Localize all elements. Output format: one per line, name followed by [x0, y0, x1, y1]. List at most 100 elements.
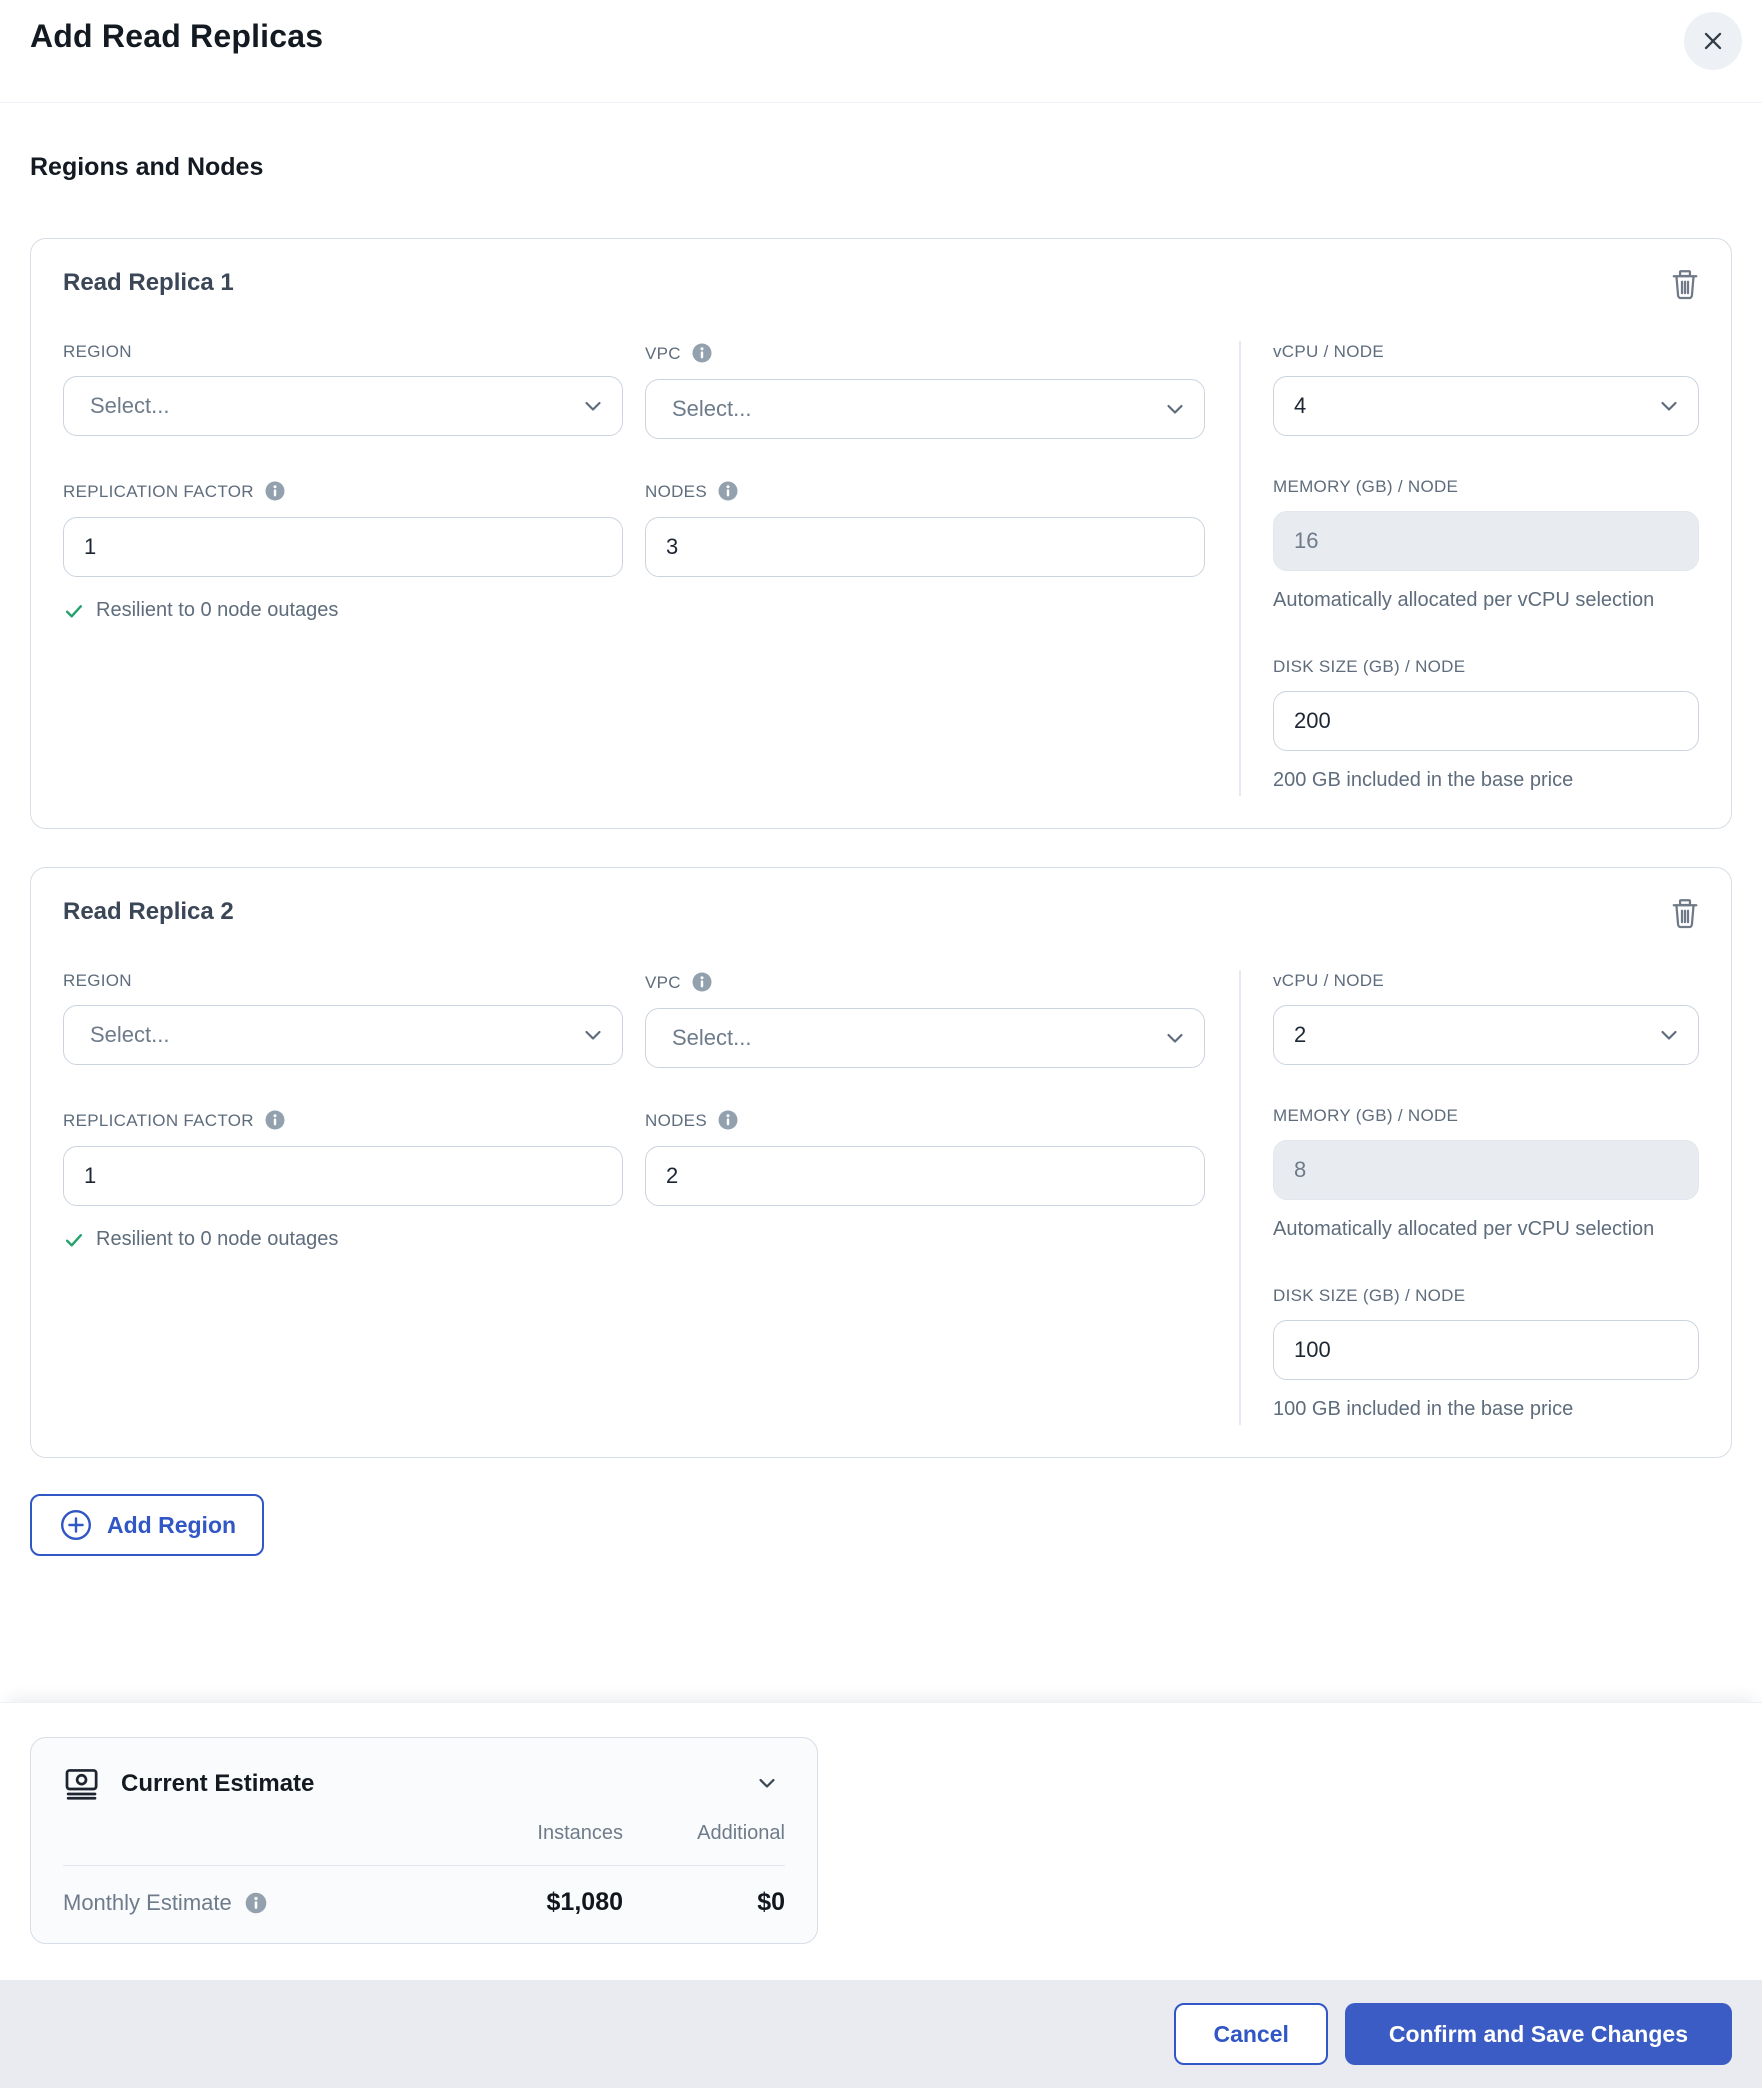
section-title: Regions and Nodes [30, 153, 264, 181]
memory-label: MEMORY (GB) / NODE [1273, 1106, 1459, 1125]
vcpu-label: vCPU / NODE [1273, 342, 1384, 361]
nodes-field-group: NODES [645, 1108, 1205, 1251]
replication-factor-input[interactable] [63, 1146, 623, 1206]
chevron-down-icon [1162, 1025, 1188, 1051]
vcpu-select-value: 4 [1294, 393, 1307, 418]
replication-factor-label: REPLICATION FACTOR [63, 479, 623, 503]
info-icon[interactable] [263, 1108, 287, 1132]
region-field-group: REGION Select... [63, 341, 623, 439]
monthly-estimate-instances-value: $1,080 [546, 1888, 623, 1916]
vpc-field-group: VPC Select... [645, 970, 1205, 1068]
read-replica-1-card: Read Replica 1 REGION Select... VPC Sele… [30, 238, 1732, 829]
disk-helper-text: 200 GB included in the base price [1273, 769, 1574, 791]
nodes-field-group: NODES [645, 479, 1205, 622]
replica-title: Read Replica 2 [63, 898, 234, 925]
chevron-down-icon [580, 393, 606, 419]
memory-input [1273, 511, 1699, 571]
monthly-estimate-row: Monthly Estimate $1,080 $0 [63, 1866, 785, 1943]
estimate-section: Current Estimate Instances Additional Mo… [0, 1702, 1762, 1980]
disk-helper-text: 100 GB included in the base price [1273, 1398, 1574, 1420]
close-button[interactable] [1684, 12, 1742, 70]
memory-field-group: MEMORY (GB) / NODE Automatically allocat… [1273, 476, 1699, 616]
add-region-button[interactable]: Add Region [30, 1494, 265, 1556]
info-icon[interactable] [690, 341, 714, 365]
banknote-icon [63, 1764, 103, 1804]
vpc-label: VPC [645, 970, 1205, 994]
dialog-header: Add Read Replicas [0, 0, 1762, 103]
region-select[interactable]: Select... [63, 1005, 623, 1065]
vcpu-select[interactable]: 4 [1273, 376, 1699, 436]
replication-factor-input[interactable] [63, 517, 623, 577]
delete-replica-button[interactable] [1663, 263, 1707, 310]
memory-helper-text: Automatically allocated per vCPU selecti… [1273, 1218, 1655, 1240]
region-field-group: REGION Select... [63, 970, 623, 1068]
vpc-field-group: VPC Select... [645, 341, 1205, 439]
estimate-header: Current Estimate [63, 1764, 785, 1804]
info-icon[interactable] [690, 970, 714, 994]
plus-circle-icon [58, 1507, 94, 1543]
chevron-down-icon [1162, 396, 1188, 422]
estimate-collapse-button[interactable] [749, 1765, 785, 1804]
estimate-column-headers: Instances Additional [63, 1822, 785, 1845]
region-select[interactable]: Select... [63, 376, 623, 436]
vpc-select[interactable]: Select... [645, 379, 1205, 439]
dialog-body: Regions and Nodes Read Replica 1 REGION … [0, 103, 1762, 1702]
dialog-footer: Cancel Confirm and Save Changes [0, 1980, 1762, 2088]
nodes-input[interactable] [645, 1146, 1205, 1206]
vpc-select-placeholder: Select... [672, 396, 752, 421]
delete-replica-button[interactable] [1663, 892, 1707, 939]
info-icon[interactable] [243, 1890, 269, 1916]
memory-input [1273, 1140, 1699, 1200]
replica-fields: REGION Select... VPC Select... REPLICATI… [63, 970, 1699, 1425]
memory-field-group: MEMORY (GB) / NODE Automatically allocat… [1273, 1105, 1699, 1245]
vcpu-field-group: vCPU / NODE 2 [1273, 970, 1699, 1065]
vpc-select-placeholder: Select... [672, 1025, 752, 1050]
estimate-column-instances: Instances [537, 1822, 623, 1844]
check-icon [63, 1229, 85, 1251]
disk-size-input[interactable] [1273, 691, 1699, 751]
resilience-note: Resilient to 0 node outages [63, 599, 623, 622]
cancel-button[interactable]: Cancel [1174, 2003, 1328, 2065]
dialog-title: Add Read Replicas [30, 18, 324, 54]
close-icon [1700, 28, 1726, 54]
trash-icon [1667, 267, 1703, 303]
vcpu-select[interactable]: 2 [1273, 1005, 1699, 1065]
confirm-save-button[interactable]: Confirm and Save Changes [1344, 2003, 1732, 2065]
replica-fields: REGION Select... VPC Select... REPLICATI… [63, 341, 1699, 796]
vcpu-select-value: 2 [1294, 1022, 1307, 1047]
nodes-input[interactable] [645, 517, 1205, 577]
region-label: REGION [63, 342, 132, 361]
replication-factor-label: REPLICATION FACTOR [63, 1108, 623, 1132]
add-region-label: Add Region [107, 1511, 237, 1538]
replica-left-columns: REGION Select... VPC Select... REPLICATI… [63, 970, 1239, 1425]
check-icon [63, 600, 85, 622]
chevron-down-icon [580, 1022, 606, 1048]
chevron-down-icon [1656, 393, 1682, 419]
disk-size-label: DISK SIZE (GB) / NODE [1273, 1286, 1466, 1305]
info-icon[interactable] [716, 479, 740, 503]
info-icon[interactable] [263, 479, 287, 503]
disk-size-input[interactable] [1273, 1320, 1699, 1380]
trash-icon [1667, 896, 1703, 932]
resilience-note: Resilient to 0 node outages [63, 1228, 623, 1251]
read-replica-2-card: Read Replica 2 REGION Select... VPC Sele… [30, 867, 1732, 1458]
disk-size-label: DISK SIZE (GB) / NODE [1273, 657, 1466, 676]
nodes-label: NODES [645, 479, 1205, 503]
disk-field-group: DISK SIZE (GB) / NODE 100 GB included in… [1273, 1285, 1699, 1425]
replication-factor-field-group: REPLICATION FACTOR Resilient to 0 node o… [63, 1108, 623, 1251]
disk-field-group: DISK SIZE (GB) / NODE 200 GB included in… [1273, 656, 1699, 796]
vcpu-field-group: vCPU / NODE 4 [1273, 341, 1699, 436]
memory-label: MEMORY (GB) / NODE [1273, 477, 1459, 496]
monthly-estimate-additional-value: $0 [757, 1888, 785, 1916]
replica-instance-column: vCPU / NODE 2 MEMORY (GB) / NODE Automat… [1239, 970, 1699, 1425]
vcpu-label: vCPU / NODE [1273, 971, 1384, 990]
replica-instance-column: vCPU / NODE 4 MEMORY (GB) / NODE Automat… [1239, 341, 1699, 796]
chevron-down-icon [1656, 1022, 1682, 1048]
replication-factor-field-group: REPLICATION FACTOR Resilient to 0 node o… [63, 479, 623, 622]
current-estimate-card: Current Estimate Instances Additional Mo… [30, 1737, 818, 1944]
region-label: REGION [63, 971, 132, 990]
info-icon[interactable] [716, 1108, 740, 1132]
replica-left-columns: REGION Select... VPC Select... REPLICATI… [63, 341, 1239, 796]
monthly-estimate-label: Monthly Estimate [63, 1890, 473, 1916]
vpc-select[interactable]: Select... [645, 1008, 1205, 1068]
